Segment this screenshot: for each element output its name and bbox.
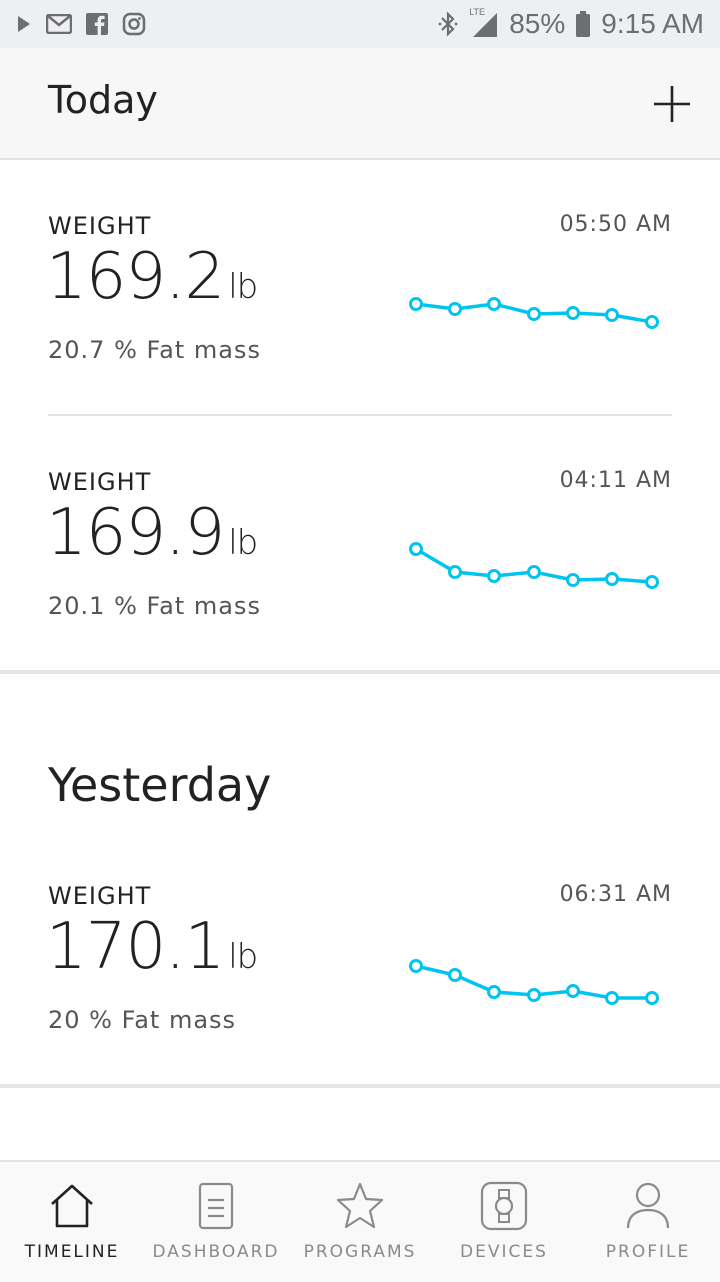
weight-number: 169.9 (46, 496, 225, 570)
nav-item-devices[interactable]: DEVICES (432, 1162, 576, 1282)
section-title-yesterday: Yesterday (48, 758, 272, 812)
weight-trend-sparkline (409, 297, 659, 329)
plus-icon (654, 86, 690, 122)
status-bar: LTE 85% 9:15 AM (0, 0, 720, 48)
lte-signal-icon: LTE (469, 7, 499, 39)
bottom-navigation: TIMELINE DASHBOARD PROGRAMS DEVICES PROF… (0, 1160, 720, 1282)
entry-type-label: WEIGHT (48, 882, 152, 910)
fat-mass-text: 20.1 % Fat mass (48, 592, 261, 620)
weight-unit: lb (228, 523, 258, 563)
nav-item-programs[interactable]: PROGRAMS (288, 1162, 432, 1282)
nav-label: DEVICES (460, 1242, 548, 1262)
weight-trend-sparkline (409, 959, 659, 1005)
weight-value: 169.9 lb (46, 496, 258, 570)
nav-label: TIMELINE (24, 1242, 120, 1262)
nav-item-profile[interactable]: PROFILE (576, 1162, 720, 1282)
fat-mass-text: 20 % Fat mass (48, 1006, 237, 1034)
nav-label: PROGRAMS (303, 1242, 417, 1262)
entry-time: 06:31 AM (559, 882, 672, 907)
facebook-icon (86, 13, 108, 35)
battery-percent: 85% (509, 8, 566, 39)
entry-time: 04:11 AM (559, 468, 672, 493)
timeline-entry[interactable]: WEIGHT 04:11 AM 169.9 lb 20.1 % Fat mass (0, 416, 720, 670)
nav-label: DASHBOARD (152, 1242, 280, 1262)
app-bar: Today (0, 48, 720, 160)
entry-type-label: WEIGHT (48, 212, 152, 240)
section-divider (0, 1084, 720, 1088)
instagram-icon (122, 12, 146, 36)
timeline-entry[interactable]: WEIGHT 05:50 AM 169.2 lb 20.7 % Fat mass (0, 160, 720, 416)
weight-value: 169.2 lb (46, 240, 258, 314)
weight-number: 169.2 (46, 240, 225, 314)
star-icon (336, 1182, 384, 1229)
play-store-icon (16, 15, 32, 33)
home-icon (51, 1184, 93, 1228)
nav-item-timeline[interactable]: TIMELINE (0, 1162, 144, 1282)
weight-value: 170.1 lb (46, 910, 258, 984)
nav-item-dashboard[interactable]: DASHBOARD (144, 1162, 288, 1282)
battery-icon (575, 10, 591, 38)
bluetooth-icon (437, 10, 459, 38)
entry-type-label: WEIGHT (48, 468, 152, 496)
weight-number: 170.1 (46, 910, 225, 984)
document-icon (198, 1182, 234, 1230)
entry-time: 05:50 AM (559, 212, 672, 237)
page-title: Today (48, 78, 158, 122)
lte-label: LTE (469, 7, 486, 17)
timeline-entry[interactable]: WEIGHT 06:31 AM 170.1 lb 20 % Fat mass (0, 830, 720, 1084)
add-button[interactable] (652, 84, 692, 124)
watch-icon (480, 1181, 528, 1231)
fat-mass-text: 20.7 % Fat mass (48, 336, 261, 364)
status-time: 9:15 AM (601, 8, 704, 39)
weight-unit: lb (228, 267, 258, 307)
nav-label: PROFILE (605, 1242, 691, 1262)
weight-unit: lb (228, 937, 258, 977)
section-divider (0, 670, 720, 674)
weight-trend-sparkline (409, 542, 659, 589)
gmail-icon (46, 14, 72, 34)
person-icon (626, 1182, 670, 1229)
